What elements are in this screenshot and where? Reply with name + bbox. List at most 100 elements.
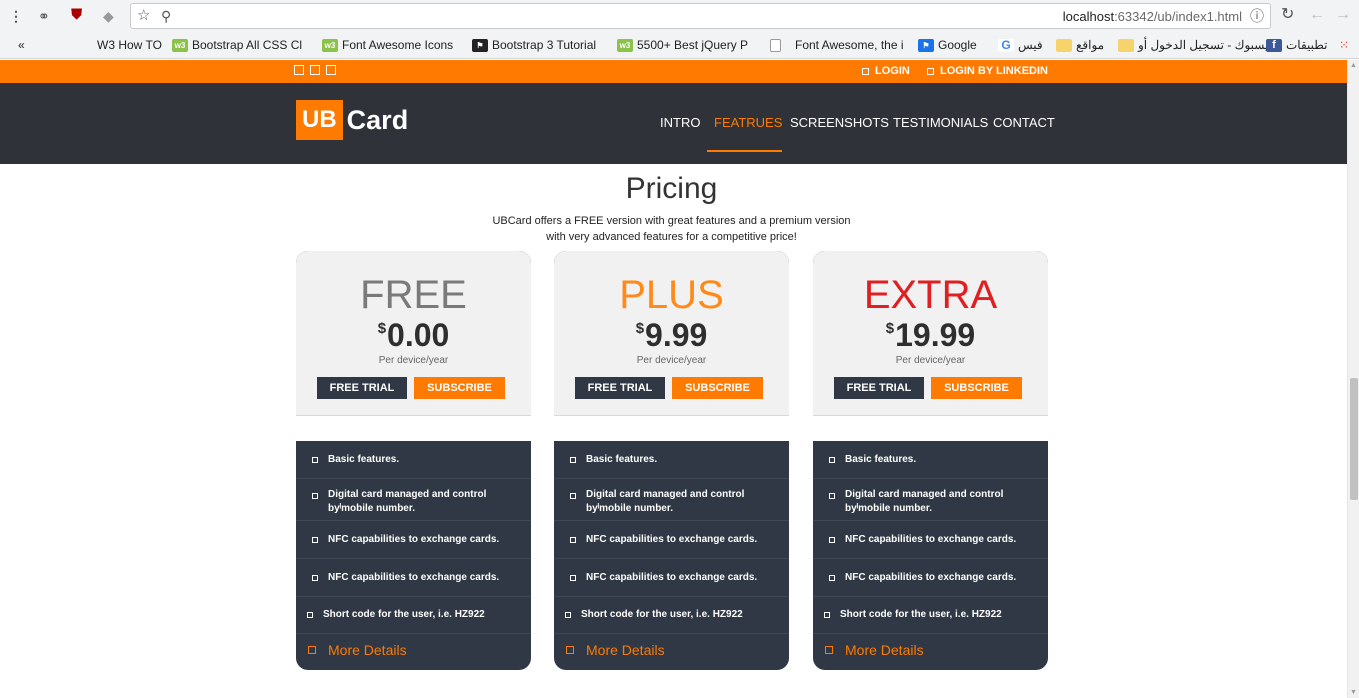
bookmark-item[interactable]: فيسبوك - تسجيل الدخول أو — [1118, 38, 1274, 52]
feature-item: Digital card managed and control byˡmobi… — [554, 479, 789, 521]
subscribe-button[interactable]: SUBSCRIBE — [414, 377, 505, 399]
google-icon: G — [998, 38, 1014, 52]
more-details-link[interactable]: More Details — [296, 632, 531, 670]
plan-name: EXTRA — [863, 273, 998, 317]
feature-bullet-icon — [312, 457, 318, 463]
feature-bullet-icon — [565, 612, 571, 618]
plan-card-plus: PLUS $9.99 Per device/year FREE TRIAL SU… — [554, 251, 789, 670]
bookmark-item[interactable]: w3 5500+ Best jQuery P — [617, 38, 748, 52]
more-icon — [825, 646, 833, 654]
bookmarks-bar: « W3 How TO w3 Bootstrap All CSS Cl w3 Fon… — [0, 32, 1359, 59]
scrollbar-thumb[interactable] — [1350, 378, 1358, 500]
free-trial-button[interactable]: FREE TRIAL — [317, 377, 407, 399]
browser-toolbar: ⋮ ⚭ ⛊ ◆ ☆ ⚲ localhost:63342/ub/index1.ht… — [0, 0, 1359, 32]
more-details-link[interactable]: More Details — [813, 632, 1048, 670]
plan-header: PLUS $9.99 Per device/year FREE TRIAL SU… — [554, 251, 789, 416]
bookmark-item[interactable]: مواقع — [1056, 38, 1104, 52]
nav-intro[interactable]: INTRO — [660, 115, 700, 130]
social-icon[interactable] — [310, 65, 320, 75]
apps-grid-icon[interactable]: ⁙ — [1339, 38, 1349, 52]
w3schools-icon: w3 — [617, 38, 633, 52]
feature-bullet-icon — [570, 457, 576, 463]
bookmark-item[interactable]: ⚑ Google — [918, 38, 977, 52]
bookmark-item[interactable]: f تطبيقات — [1266, 38, 1327, 52]
w3schools-icon: w3 — [322, 38, 338, 52]
feature-bullet-icon — [570, 575, 576, 581]
section-title: Pricing — [625, 172, 718, 205]
plan-price: $9.99 — [635, 317, 708, 353]
login-linkedin-link[interactable]: LOGIN BY LINKEDIN — [927, 65, 1048, 77]
feature-item: Digital card managed and control byˡmobi… — [296, 479, 531, 521]
nav-active-indicator — [707, 150, 782, 152]
more-icon — [308, 646, 316, 654]
ublock-icon[interactable]: ⛊ — [71, 7, 82, 22]
feature-item: Short code for the user, i.e. HZ922 — [296, 597, 531, 634]
scroll-up-icon[interactable]: ▲ — [1350, 62, 1357, 69]
feature-bullet-icon — [570, 493, 576, 499]
nav-contact[interactable]: CONTACT — [993, 115, 1055, 130]
plan-price: $19.99 — [885, 317, 976, 353]
feature-item: NFC capabilities to exchange cards. — [296, 559, 531, 597]
search-icon: ⚲ — [161, 8, 172, 24]
extension-cube-icon[interactable]: ◆ — [103, 9, 114, 23]
feature-item: Digital card managed and control byˡmobi… — [813, 479, 1048, 521]
feature-bullet-icon — [829, 575, 835, 581]
bookmark-item[interactable]: W3 How TO — [97, 38, 162, 52]
brand-logo[interactable]: UB Card — [296, 100, 408, 140]
plan-period: Per device/year — [636, 355, 707, 366]
back-icon[interactable]: ← — [1309, 7, 1325, 23]
feature-item: Basic features. — [296, 441, 531, 479]
feature-list: Basic features. Digital card managed and… — [554, 441, 789, 634]
feature-item: Basic features. — [813, 441, 1048, 479]
social-icon[interactable] — [294, 65, 304, 75]
bookmark-item[interactable]: ⚑ Bootstrap 3 Tutorial — [472, 38, 596, 52]
bookmark-item[interactable]: Font Awesome, the i — [770, 38, 904, 52]
bookmark-item[interactable]: G فيس — [998, 38, 1043, 52]
bookmark-item[interactable]: w3 Font Awesome Icons — [322, 38, 453, 52]
url-text[interactable]: localhost:63342/ub/index1.html — [1063, 9, 1242, 24]
extension-icon[interactable]: ⚭ — [38, 9, 50, 23]
plan-header: FREE $0.00 Per device/year FREE TRIAL SU… — [296, 251, 531, 416]
bookmark-item[interactable]: w3 Bootstrap All CSS Cl — [172, 38, 302, 52]
feature-bullet-icon — [829, 493, 835, 499]
page-scrollbar[interactable]: ▲ ▼ — [1347, 60, 1359, 698]
scroll-down-icon[interactable]: ▼ — [1350, 689, 1357, 696]
free-trial-button[interactable]: FREE TRIAL — [834, 377, 924, 399]
nav-testimonials[interactable]: TESTIMONIALS — [893, 115, 988, 130]
feature-item: NFC capabilities to exchange cards. — [554, 559, 789, 597]
subscribe-button[interactable]: SUBSCRIBE — [931, 377, 1022, 399]
feature-bullet-icon — [570, 537, 576, 543]
feature-item: NFC capabilities to exchange cards. — [554, 521, 789, 559]
feature-bullet-icon — [829, 457, 835, 463]
bookmarks-overflow-button[interactable]: « — [18, 38, 25, 52]
subscribe-button[interactable]: SUBSCRIBE — [672, 377, 763, 399]
logo-card: Card — [346, 104, 409, 135]
plan-card-free: FREE $0.00 Per device/year FREE TRIAL SU… — [296, 251, 531, 670]
free-trial-button[interactable]: FREE TRIAL — [575, 377, 665, 399]
reload-icon[interactable]: ↻ — [1281, 7, 1294, 23]
plan-card-extra: EXTRA $19.99 Per device/year FREE TRIAL … — [813, 251, 1048, 670]
social-icon[interactable] — [326, 65, 336, 75]
nav-screenshots[interactable]: SCREENSHOTS — [790, 115, 889, 130]
feature-item: Short code for the user, i.e. HZ922 — [813, 597, 1048, 634]
login-link[interactable]: LOGIN — [862, 65, 910, 77]
feature-item: NFC capabilities to exchange cards. — [813, 559, 1048, 597]
info-icon[interactable]: ⓘ — [1250, 9, 1264, 23]
flag-icon: ⚑ — [472, 38, 488, 52]
address-bar[interactable]: ☆ ⚲ localhost:63342/ub/index1.html ⓘ — [130, 3, 1271, 29]
folder-icon — [1056, 38, 1072, 52]
page-viewport: LOGIN LOGIN BY LINKEDIN UB Card INTRO FE… — [0, 60, 1347, 698]
menu-dots-icon[interactable]: ⋮ — [9, 9, 23, 23]
main-navbar: UB Card INTRO FEATRUES SCREENSHOTS TESTI… — [0, 83, 1347, 164]
more-details-link[interactable]: More Details — [554, 632, 789, 670]
bookmark-star-icon[interactable]: ☆ — [137, 8, 150, 23]
feature-bullet-icon — [824, 612, 830, 618]
forward-icon[interactable]: → — [1335, 7, 1351, 23]
nav-features[interactable]: FEATRUES — [714, 115, 782, 130]
plan-name: PLUS — [619, 273, 724, 317]
feature-item: Short code for the user, i.e. HZ922 — [554, 597, 789, 634]
w3schools-icon: w3 — [172, 38, 188, 52]
more-icon — [566, 646, 574, 654]
feature-list: Basic features. Digital card managed and… — [296, 441, 531, 634]
feature-bullet-icon — [312, 493, 318, 499]
